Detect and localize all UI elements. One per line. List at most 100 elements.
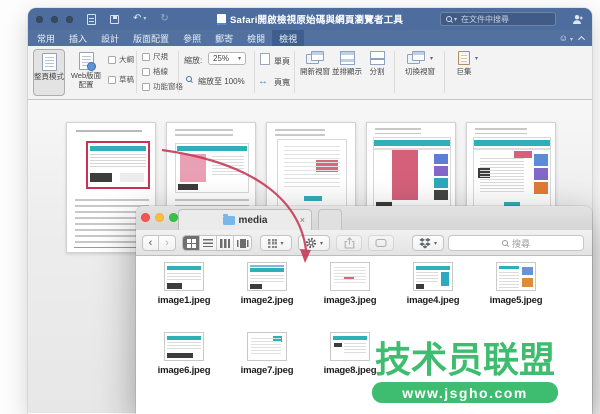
tab-insert[interactable]: 插入 — [62, 30, 94, 46]
new-window-icon — [306, 51, 324, 65]
tab-layout[interactable]: 版面配置 — [126, 30, 176, 46]
finder-search-field[interactable]: 搜尋 — [448, 235, 584, 251]
gear-icon — [305, 237, 317, 249]
file-image4[interactable]: image4.jpeg — [398, 262, 468, 306]
file-image5[interactable]: image5.jpeg — [481, 262, 551, 306]
arrange-all-button[interactable]: 並排顯示 — [332, 49, 362, 76]
file-image1[interactable]: image1.jpeg — [149, 262, 219, 306]
screen: ↶ ▾ ↻ Safari開啟檢視原始碼與網頁瀏覽者工具 ▾ 在文件中搜尋 常用 插… — [0, 0, 600, 414]
minimize-window-button[interactable] — [155, 213, 164, 222]
ruler-checkbox[interactable]: 尺規 — [142, 51, 168, 62]
watermark-url: www.jsgho.com — [372, 382, 558, 403]
list-view-button[interactable] — [200, 236, 217, 250]
search-icon — [446, 16, 452, 22]
search-placeholder: 搜尋 — [511, 238, 530, 249]
tab-design[interactable]: 設計 — [94, 30, 126, 46]
tab-title: media — [238, 214, 268, 226]
page-width-icon: ↔ — [258, 76, 268, 87]
tab-references[interactable]: 參照 — [176, 30, 208, 46]
coverflow-view-button[interactable] — [234, 236, 251, 250]
view-ribbon: 整頁模式 Web版面配置 大綱 草稿 尺規 格線 功能窗格 縮放: 25% ▾ … — [28, 46, 592, 100]
outline-checkbox[interactable]: 大綱 — [108, 54, 134, 65]
tab-home[interactable]: 常用 — [30, 30, 62, 46]
page3-screenshot — [277, 139, 347, 207]
save-icon[interactable] — [110, 14, 119, 24]
word-titlebar: ↶ ▾ ↻ Safari開啟檢視原始碼與網頁瀏覽者工具 ▾ 在文件中搜尋 — [28, 8, 592, 30]
tab-mailings[interactable]: 郵寄 — [208, 30, 240, 46]
tags-button[interactable] — [368, 235, 394, 251]
ribbon-tab-bar: 常用 插入 設計 版面配置 參照 郵寄 檢閱 檢視 ☺ ▾ — [28, 30, 592, 46]
file-name: image3.jpeg — [323, 295, 377, 306]
share-button[interactable] — [336, 235, 362, 251]
web-layout-view-button[interactable]: Web版面配置 — [68, 49, 104, 96]
checkbox-icon — [108, 55, 116, 64]
share-person-icon[interactable] — [572, 14, 584, 25]
zoom-100-icon — [186, 76, 192, 82]
file-thumbnail — [164, 332, 204, 361]
forward-button[interactable]: › — [159, 236, 175, 250]
split-button[interactable]: 分割 — [364, 49, 390, 76]
finder-toolbar: ‹ › ▾ ▾ ▾ 搜尋 — [136, 230, 592, 256]
zoom-window-button[interactable] — [169, 213, 178, 222]
redo-icon[interactable]: ↻ — [160, 14, 168, 24]
web-layout-icon — [78, 52, 96, 71]
navigation-pane-checkbox[interactable]: 功能窗格 — [142, 81, 183, 92]
icon-view-button[interactable] — [183, 236, 200, 250]
tab-view[interactable]: 檢視 — [272, 30, 305, 46]
new-window-button[interactable]: 開新視窗 — [300, 49, 330, 76]
one-page-button[interactable]: 單頁 — [274, 56, 290, 67]
arrange-icon — [268, 238, 278, 248]
switch-windows-icon: ▾ — [407, 51, 433, 65]
file-image3[interactable]: image3.jpeg — [315, 262, 385, 306]
print-layout-icon[interactable] — [87, 13, 96, 25]
file-thumbnail — [496, 262, 536, 291]
file-image6[interactable]: image6.jpeg — [149, 332, 219, 376]
finder-tab-bar: media × — [136, 206, 592, 230]
document-search-field[interactable]: ▾ 在文件中搜尋 — [440, 12, 556, 26]
file-image7[interactable]: image7.jpeg — [232, 332, 302, 376]
gridlines-checkbox[interactable]: 格線 — [142, 66, 168, 77]
file-name: image7.jpeg — [240, 365, 294, 376]
search-placeholder: 在文件中搜尋 — [461, 14, 510, 24]
chevron-down-icon: ▾ — [454, 16, 458, 23]
page4-screenshot — [373, 137, 451, 217]
arrange-all-icon — [339, 51, 355, 65]
checkbox-icon — [142, 52, 150, 61]
close-window-button[interactable] — [36, 15, 43, 23]
arrange-button[interactable]: ▾ — [260, 235, 292, 251]
new-tab-button[interactable] — [318, 209, 342, 230]
column-view-button[interactable] — [217, 236, 234, 250]
undo-icon[interactable]: ↶ ▾ — [133, 14, 146, 24]
tab-review[interactable]: 檢閱 — [240, 30, 272, 46]
ribbon-divider — [254, 51, 255, 93]
feedback-smiley-icon[interactable]: ☺ ▾ — [559, 33, 573, 43]
ribbon-divider — [444, 51, 445, 93]
zoom-100-button[interactable]: 縮放至 100% — [198, 76, 245, 87]
close-window-button[interactable] — [141, 213, 150, 222]
macros-button[interactable]: ▾ 巨集 — [449, 49, 479, 76]
ribbon-divider — [136, 51, 137, 93]
one-page-icon — [260, 53, 270, 65]
action-button[interactable]: ▾ — [298, 235, 330, 251]
search-icon — [501, 240, 508, 246]
checkbox-icon — [108, 75, 116, 84]
finder-tab-media[interactable]: media × — [178, 209, 312, 230]
file-name: image1.jpeg — [157, 295, 211, 306]
zoom-value-dropdown[interactable]: 25% ▾ — [208, 52, 246, 65]
page-width-button[interactable]: 頁寬 — [274, 77, 290, 88]
zoom-window-button[interactable] — [66, 15, 73, 23]
word-traffic-lights — [36, 15, 73, 23]
dropbox-button[interactable]: ▾ — [412, 235, 444, 251]
switch-windows-button[interactable]: ▾ 切換視窗 — [399, 49, 441, 76]
close-tab-icon[interactable]: × — [300, 215, 305, 225]
file-image2[interactable]: image2.jpeg — [232, 262, 302, 306]
file-name: image2.jpeg — [240, 295, 294, 306]
finder-traffic-lights — [141, 213, 178, 222]
draft-checkbox[interactable]: 草稿 — [108, 74, 134, 85]
share-icon — [344, 237, 354, 249]
minimize-window-button[interactable] — [51, 15, 58, 23]
collapse-ribbon-icon[interactable] — [577, 35, 586, 43]
print-layout-view-button[interactable]: 整頁模式 — [33, 49, 65, 96]
file-thumbnail — [330, 332, 370, 361]
back-button[interactable]: ‹ — [143, 236, 160, 250]
